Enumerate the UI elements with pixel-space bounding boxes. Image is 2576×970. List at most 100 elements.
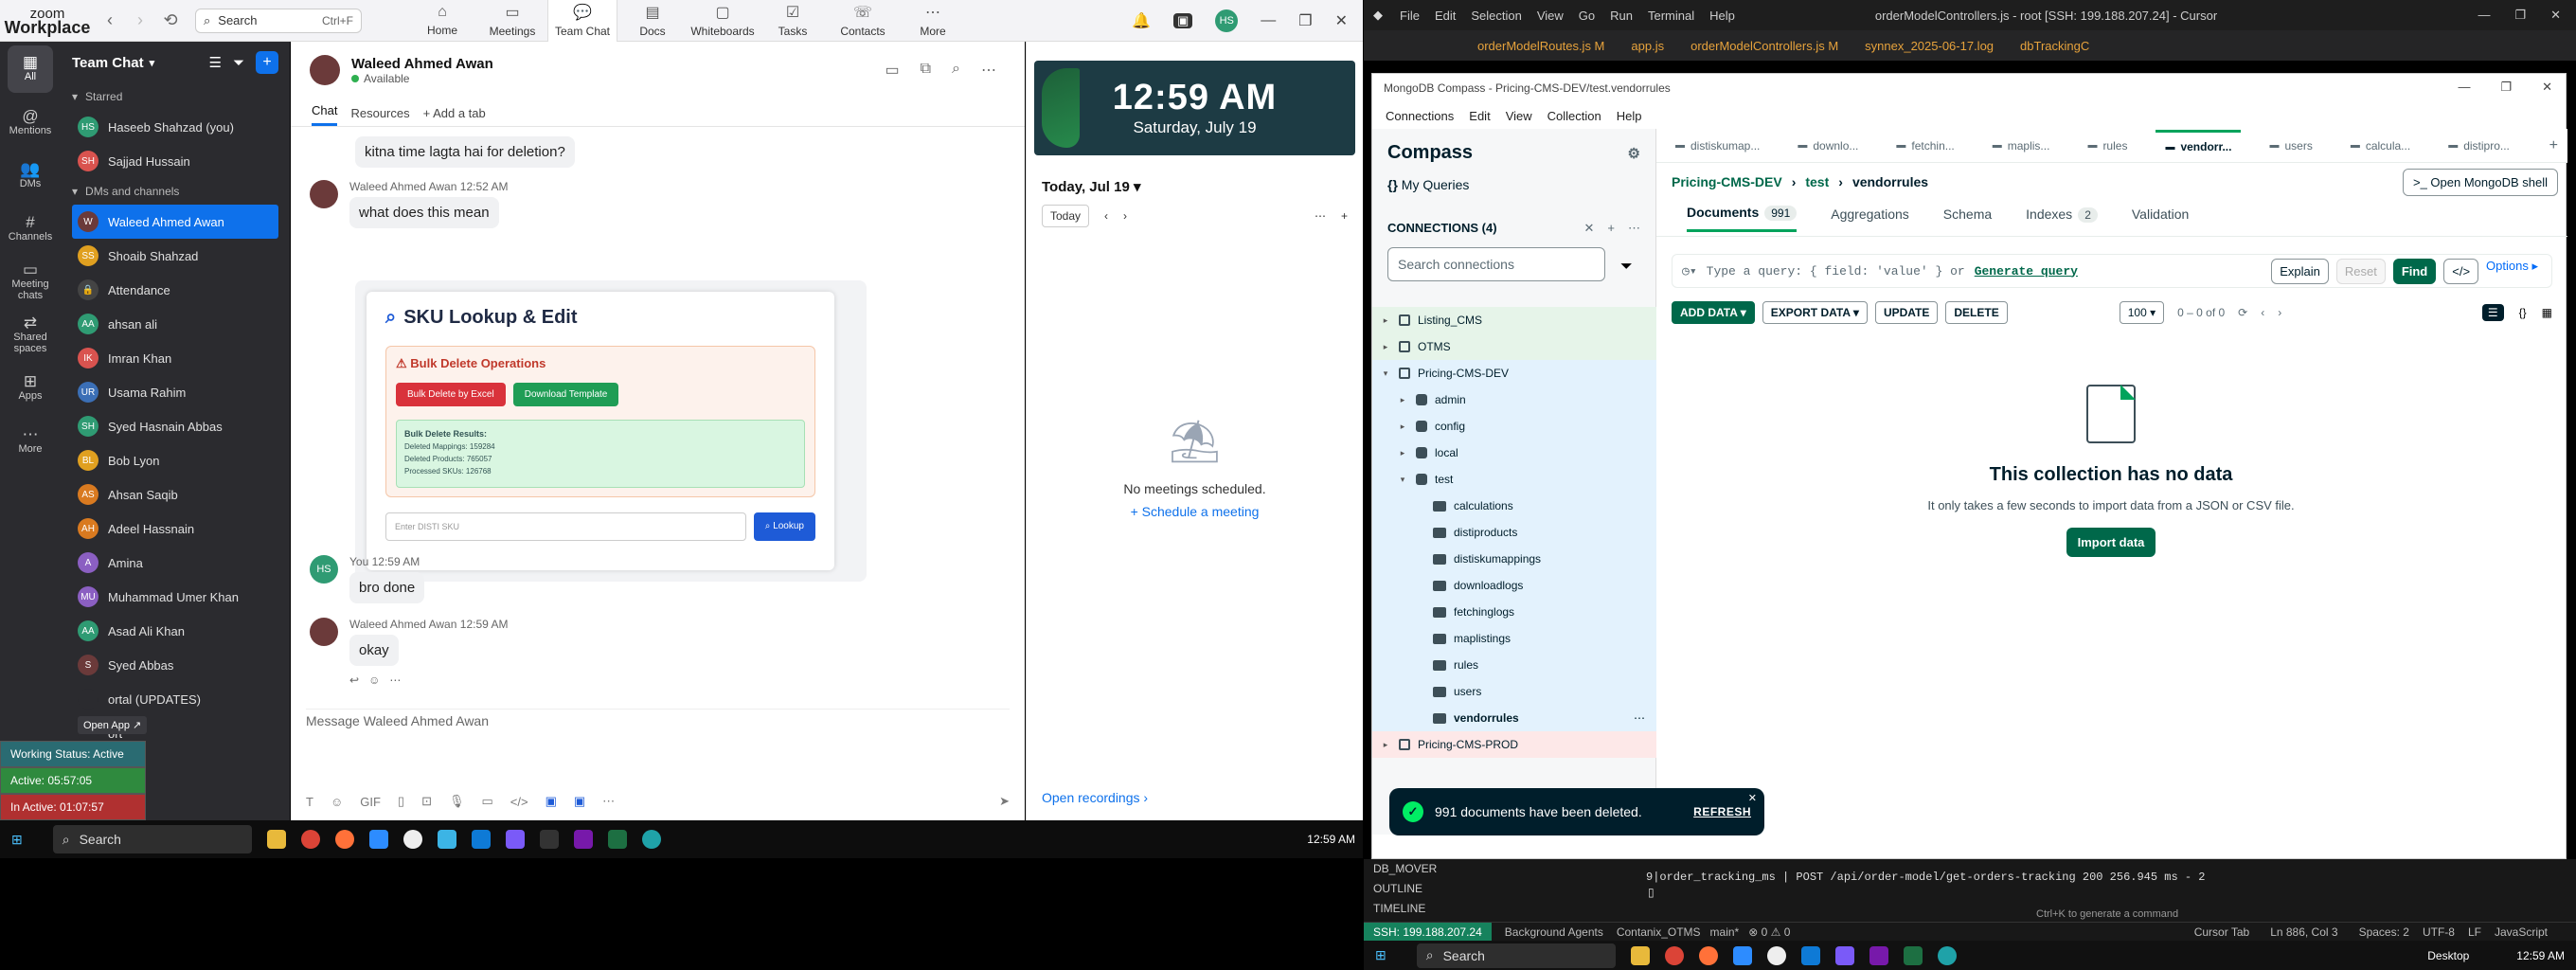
more-icon[interactable]: ⋯ xyxy=(1315,209,1326,223)
menu-edit[interactable]: Edit xyxy=(1461,109,1497,123)
more-icon[interactable]: ⋯ xyxy=(1634,711,1645,725)
tab-home[interactable]: ⌂ Home xyxy=(407,0,477,42)
collection-item[interactable]: distiskumappings xyxy=(1372,546,1656,572)
contact-item[interactable]: 🔒 Attendance xyxy=(61,273,290,307)
page-size-select[interactable]: 100 ▾ xyxy=(2119,301,2165,324)
code-toggle-icon[interactable]: </> xyxy=(2443,258,2479,284)
database-item[interactable]: ▸ config xyxy=(1372,413,1656,440)
tab-more[interactable]: ⋯ More xyxy=(898,0,968,42)
collection-item[interactable]: users xyxy=(1372,678,1656,705)
contact-item[interactable]: AA Asad Ali Khan xyxy=(61,614,290,648)
tab-docs[interactable]: ▤ Docs xyxy=(617,0,688,42)
add-data-button[interactable]: ADD DATA ▾ xyxy=(1672,301,1755,324)
bell-icon[interactable]: 🔔 xyxy=(1132,11,1151,30)
rail-channels[interactable]: # Channels xyxy=(0,203,61,256)
minimize-icon[interactable]: — xyxy=(2478,8,2490,23)
explain-button[interactable]: Explain xyxy=(2271,258,2329,284)
excel-icon[interactable] xyxy=(607,830,627,849)
collection-tab[interactable]: ▬ distiskumap... xyxy=(1666,132,1769,160)
contact-item[interactable]: A Amina xyxy=(61,546,290,580)
restore-icon[interactable]: ❐ xyxy=(2500,80,2512,95)
prev-day-icon[interactable]: ‹ xyxy=(1104,209,1108,223)
connection-item[interactable]: ▸ OTMS xyxy=(1372,333,1656,360)
avatar[interactable]: HS xyxy=(310,555,338,584)
collection-item[interactable]: maplistings xyxy=(1372,625,1656,652)
screenshot-icon[interactable]: ⊡ xyxy=(421,794,432,809)
onenote-icon[interactable] xyxy=(573,830,593,849)
tab-whiteboards[interactable]: ▢ Whiteboards xyxy=(688,0,758,42)
background-agents[interactable]: Background Agents xyxy=(1505,925,1603,939)
tab-aggregations[interactable]: Aggregations xyxy=(1831,207,1909,231)
terminal-cursor[interactable]: ▯ xyxy=(1648,886,1655,899)
close-icon[interactable]: ✕ xyxy=(2550,8,2561,23)
collection-tab[interactable]: ▬ rules xyxy=(2078,132,2137,160)
firefox-icon[interactable] xyxy=(1698,945,1718,965)
toast-refresh-button[interactable]: REFRESH xyxy=(1693,805,1751,818)
firefox-icon[interactable] xyxy=(334,830,354,849)
video-message-icon[interactable]: ▭ xyxy=(481,794,492,809)
new-tab-icon[interactable]: + xyxy=(2549,137,2558,154)
collection-item[interactable]: rules xyxy=(1372,652,1656,678)
contact-item[interactable]: SH Sajjad Hussain xyxy=(61,144,290,178)
side-section[interactable]: OUTLINE xyxy=(1373,879,1437,899)
editor-tab[interactable]: orderModelRoutes.js M xyxy=(1477,39,1604,53)
contact-item[interactable]: AA ahsan ali xyxy=(61,307,290,341)
contact-item[interactable]: UR Usama Rahim xyxy=(61,375,290,409)
back-arrow-icon[interactable]: ‹ xyxy=(95,10,125,30)
history-icon[interactable]: ⟲ xyxy=(155,10,186,30)
collection-tab[interactable]: ▬ downlo... xyxy=(1788,132,1868,160)
find-button[interactable]: Find xyxy=(2392,258,2437,284)
contact-item[interactable]: IK Imran Khan xyxy=(61,341,290,375)
chat-contact-name[interactable]: Waleed Ahmed Awan xyxy=(351,56,493,72)
tab-documents[interactable]: Documents 991 xyxy=(1687,205,1798,232)
menu-run[interactable]: Run xyxy=(1602,9,1640,23)
user-avatar[interactable]: HS xyxy=(1215,9,1239,32)
reset-button[interactable]: Reset xyxy=(2335,258,2386,284)
menu-selection[interactable]: Selection xyxy=(1463,9,1529,23)
add-connection-icon[interactable]: + xyxy=(1607,221,1615,236)
my-queries-link[interactable]: {} My Queries xyxy=(1372,170,1655,200)
windows-start-icon[interactable]: ⊞ xyxy=(11,832,23,848)
menu-collection[interactable]: Collection xyxy=(1540,109,1609,123)
chevron-down-icon[interactable]: ▾ xyxy=(150,57,155,69)
import-data-button[interactable]: Import data xyxy=(2066,528,2156,557)
menu-file[interactable]: File xyxy=(1392,9,1427,23)
zoom-taskbar-icon[interactable] xyxy=(368,830,388,849)
menu-help[interactable]: Help xyxy=(1702,9,1743,23)
more-options-icon[interactable]: ⋯ xyxy=(981,61,996,80)
taskbar-search[interactable]: ⌕ Search xyxy=(1416,943,1616,968)
menu-connections[interactable]: Connections xyxy=(1378,109,1461,123)
app-icon[interactable] xyxy=(505,830,525,849)
section-starred[interactable]: ▾ Starred xyxy=(61,83,290,110)
add-event-icon[interactable]: + xyxy=(1341,209,1348,223)
export-data-button[interactable]: EXPORT DATA ▾ xyxy=(1762,301,1868,324)
collection-item[interactable]: downloadlogs xyxy=(1372,572,1656,599)
code-icon[interactable]: </> xyxy=(510,795,528,809)
close-icon[interactable]: ✕ xyxy=(1748,792,1757,804)
contact-item[interactable]: BL Bob Lyon xyxy=(61,443,290,477)
menu-go[interactable]: Go xyxy=(1571,9,1602,23)
database-item[interactable]: ▸ local xyxy=(1372,440,1656,466)
rail-more[interactable]: ⋯ More xyxy=(0,415,61,468)
vscode-icon[interactable] xyxy=(1800,945,1820,965)
taskbar-clock[interactable]: 12:59 AM xyxy=(1307,833,1355,846)
collection-tab[interactable]: ▬ calcula... xyxy=(2341,132,2420,160)
generate-query-link[interactable]: Generate query xyxy=(1975,264,2078,278)
vscode-icon[interactable] xyxy=(471,830,491,849)
tab-meetings[interactable]: ▭ Meetings xyxy=(477,0,547,42)
zoom-taskbar-icon[interactable] xyxy=(1732,945,1752,965)
repo-name[interactable]: Contanix_OTMS xyxy=(1617,925,1701,939)
minimize-icon[interactable]: — xyxy=(1261,12,1276,29)
open-recordings-link[interactable]: Open recordings › xyxy=(1042,790,1148,805)
query-history-icon[interactable]: ◷▾ xyxy=(1682,264,1697,278)
windows-start-icon[interactable]: ⊞ xyxy=(1375,947,1386,963)
language-mode[interactable]: JavaScript xyxy=(2495,925,2548,939)
minimize-icon[interactable]: — xyxy=(2458,80,2470,95)
file-icon[interactable]: ▯ xyxy=(398,794,404,809)
image-attachment[interactable]: ⌕ SKU Lookup & Edit ⚠ Bulk Delete Operati… xyxy=(355,280,867,582)
edge-icon[interactable] xyxy=(1937,945,1957,965)
rail-meeting-chats[interactable]: ▭ Meeting chats xyxy=(0,256,61,309)
desktop-label[interactable]: Desktop xyxy=(2427,949,2469,962)
prev-page-icon[interactable]: ‹ xyxy=(2261,306,2264,319)
contact-item[interactable]: SH Syed Hasnain Abbas xyxy=(61,409,290,443)
